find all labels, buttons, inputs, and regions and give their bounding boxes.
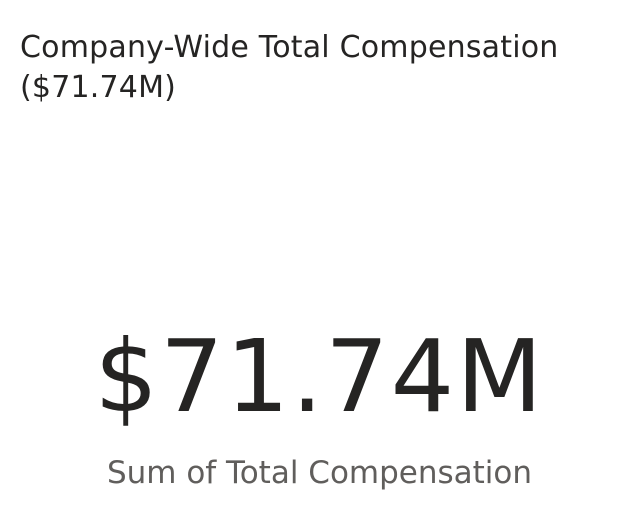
card-title: Company-Wide Total Compensation ($71.74M… [20, 30, 559, 105]
kpi-card[interactable]: Company-Wide Total Compensation ($71.74M… [0, 0, 639, 530]
kpi-value: $71.74M [94, 318, 545, 435]
kpi-label: Sum of Total Compensation [106, 455, 533, 491]
